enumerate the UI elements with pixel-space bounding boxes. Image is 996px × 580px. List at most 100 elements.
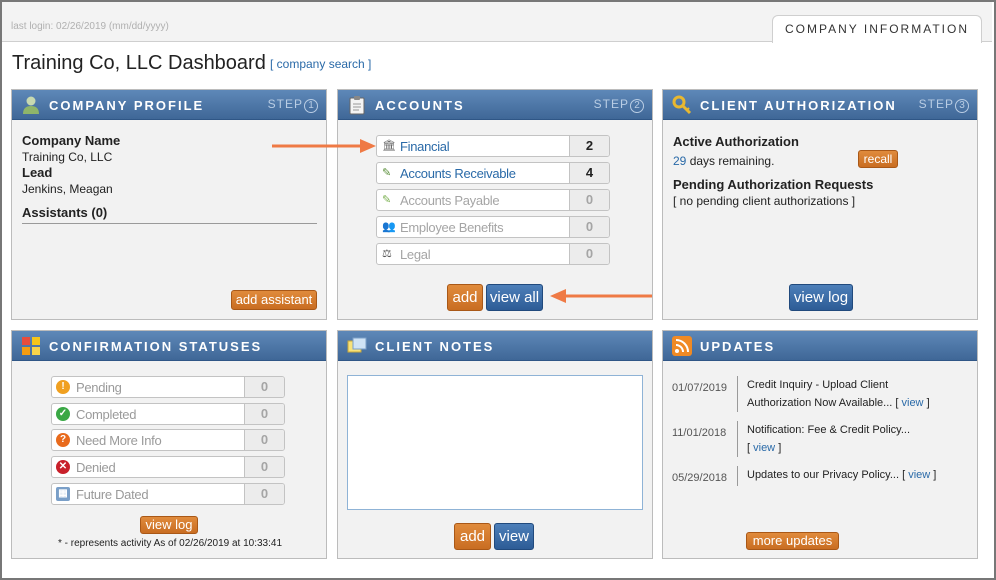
status-row-need-more-info[interactable]: ? Need More Info 0 — [51, 429, 285, 451]
authorization-view-log-button[interactable]: view log — [789, 284, 853, 311]
status-label: Need More Info — [76, 433, 162, 448]
update-divider — [737, 421, 738, 457]
client-authorization-header: CLIENT AUTHORIZATION STEP 3 — [663, 90, 977, 120]
rss-icon — [672, 336, 692, 356]
receivable-icon: ✎ — [382, 167, 392, 179]
days-suffix: days remaining. — [689, 154, 775, 168]
denied-icon: ✕ — [56, 460, 70, 474]
bank-icon: 🏛 — [382, 140, 396, 152]
add-assistant-button[interactable]: add assistant — [231, 290, 317, 310]
key-icon — [672, 95, 692, 115]
step-label: STEP — [918, 97, 954, 111]
update-divider — [737, 376, 738, 412]
add-note-button[interactable]: add — [454, 523, 491, 550]
update-text: Authorization Now Available... — [747, 397, 893, 409]
notes-icon — [347, 337, 367, 353]
last-login-text: last login: 02/26/2019 (mm/dd/yyyy) — [11, 21, 169, 32]
top-bar: last login: 02/26/2019 (mm/dd/yyyy) COMP… — [2, 2, 992, 43]
status-label: Future Dated — [76, 487, 149, 502]
add-account-button[interactable]: add — [447, 284, 483, 311]
account-count: 4 — [569, 163, 609, 183]
update-text: Credit Inquiry - Upload Client — [747, 379, 889, 391]
company-search-link[interactable]: [ company search ] — [270, 57, 371, 71]
status-row-denied[interactable]: ✕ Denied 0 — [51, 456, 285, 478]
step-label: STEP — [593, 97, 629, 111]
payable-icon: ✎ — [382, 194, 392, 206]
panel-title: ACCOUNTS — [375, 98, 465, 113]
status-count: 0 — [244, 377, 284, 397]
pending-requests-label: Pending Authorization Requests — [673, 177, 874, 192]
more-updates-button[interactable]: more updates — [746, 532, 839, 550]
lead-value: Jenkins, Meagan — [22, 182, 113, 196]
account-label[interactable]: Financial — [400, 139, 450, 154]
account-count: 0 — [569, 190, 609, 210]
tab-company-information[interactable]: COMPANY INFORMATION — [771, 15, 982, 43]
recall-button[interactable]: recall — [858, 150, 898, 168]
update-item: Updates to our Privacy Policy... [ view … — [747, 469, 937, 481]
panel-title: COMPANY PROFILE — [49, 98, 205, 113]
client-authorization-panel: CLIENT AUTHORIZATION STEP 3 Active Author… — [662, 89, 978, 320]
step-number: 3 — [955, 99, 969, 113]
calendar-icon: ▦ — [56, 487, 70, 501]
status-count: 0 — [244, 457, 284, 477]
client-notes-textarea[interactable] — [347, 375, 643, 510]
status-count: 0 — [244, 404, 284, 424]
account-count: 0 — [569, 244, 609, 264]
status-label: Denied — [76, 460, 116, 475]
update-date: 11/01/2018 — [672, 427, 727, 439]
accounts-header: ACCOUNTS STEP 2 — [338, 90, 652, 120]
account-label[interactable]: Accounts Receivable — [400, 166, 516, 181]
company-profile-header: COMPANY PROFILE STEP 1 — [12, 90, 326, 120]
step-indicator: STEP 2 — [594, 97, 644, 113]
status-label: Completed — [76, 407, 137, 422]
client-notes-panel: CLIENT NOTES add view — [337, 330, 653, 559]
question-icon: ? — [56, 433, 70, 447]
client-notes-header: CLIENT NOTES — [338, 331, 652, 361]
warning-icon: ! — [56, 380, 70, 394]
account-row-legal[interactable]: ⚖ Legal 0 — [376, 243, 610, 265]
update-date: 05/29/2018 — [672, 472, 728, 484]
update-view-link[interactable]: view — [753, 442, 775, 454]
account-row-accounts-payable[interactable]: ✎ Accounts Payable 0 — [376, 189, 610, 211]
update-view-link[interactable]: view — [908, 469, 930, 481]
lead-label: Lead — [22, 165, 53, 180]
days-remaining: 29 days remaining. — [673, 154, 774, 168]
check-icon: ✓ — [56, 407, 70, 421]
account-row-employee-benefits[interactable]: 👥 Employee Benefits 0 — [376, 216, 610, 238]
view-notes-button[interactable]: view — [494, 523, 534, 550]
step-number: 1 — [304, 99, 318, 113]
status-label: Pending — [76, 380, 122, 395]
statuses-view-log-button[interactable]: view log — [140, 516, 198, 534]
account-label[interactable]: Employee Benefits — [400, 220, 504, 235]
step-indicator: STEP 3 — [919, 97, 969, 113]
step-number: 2 — [630, 99, 644, 113]
account-row-accounts-receivable[interactable]: ✎ Accounts Receivable 4 — [376, 162, 610, 184]
step-label: STEP — [267, 97, 303, 111]
people-icon: 👥 — [382, 221, 396, 233]
update-view-link[interactable]: view — [902, 397, 924, 409]
page-title: Training Co, LLC Dashboard — [12, 52, 266, 74]
active-authorization-label: Active Authorization — [673, 134, 799, 149]
confirmation-statuses-panel: CONFIRMATION STATUSES ! Pending 0 ✓ Comp… — [11, 330, 327, 559]
status-count: 0 — [244, 484, 284, 504]
panel-title: UPDATES — [700, 339, 776, 354]
updates-panel: UPDATES 01/07/2019 Credit Inquiry - Uplo… — [662, 330, 978, 559]
account-row-financial[interactable]: 🏛 Financial 2 — [376, 135, 610, 157]
status-row-completed[interactable]: ✓ Completed 0 — [51, 403, 285, 425]
update-text: Updates to our Privacy Policy... — [747, 469, 900, 481]
company-profile-panel: COMPANY PROFILE STEP 1 Company Name Train… — [11, 89, 327, 320]
account-label[interactable]: Legal — [400, 247, 431, 262]
account-count: 0 — [569, 217, 609, 237]
status-row-future-dated[interactable]: ▦ Future Dated 0 — [51, 483, 285, 505]
company-name-label: Company Name — [22, 133, 121, 148]
account-label[interactable]: Accounts Payable — [400, 193, 500, 208]
pending-requests-text: [ no pending client authorizations ] — [673, 194, 856, 208]
panel-title: CLIENT NOTES — [375, 339, 495, 354]
user-icon — [23, 96, 39, 114]
updates-header: UPDATES — [663, 331, 977, 361]
view-all-accounts-button[interactable]: view all — [486, 284, 543, 311]
step-indicator: STEP 1 — [268, 97, 318, 113]
status-row-pending[interactable]: ! Pending 0 — [51, 376, 285, 398]
update-divider — [737, 466, 738, 486]
panel-title: CLIENT AUTHORIZATION — [700, 98, 897, 113]
